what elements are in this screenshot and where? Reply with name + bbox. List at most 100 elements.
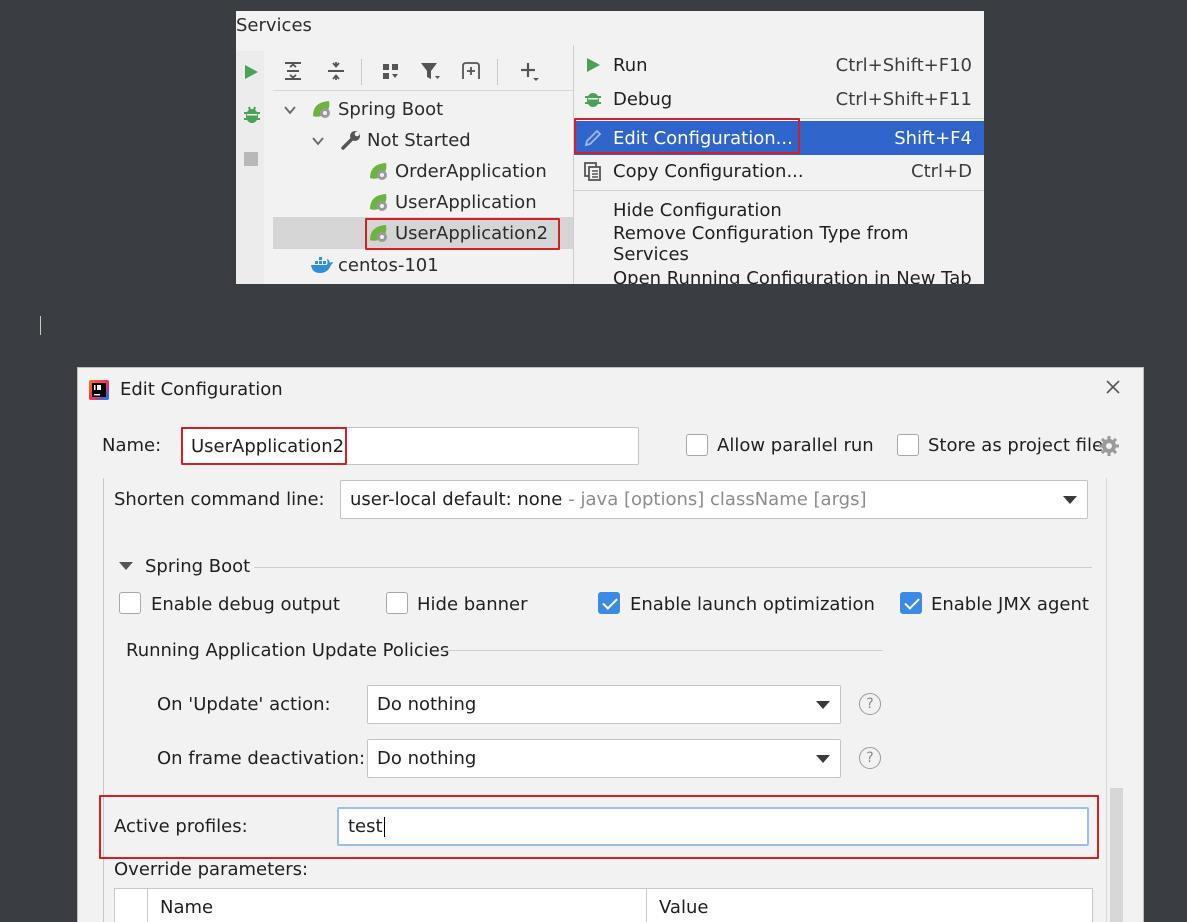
- expand-all-icon[interactable]: [279, 57, 307, 85]
- menu-item-hide-configuration[interactable]: Hide Configuration: [574, 193, 984, 227]
- menu-item-copy-configuration[interactable]: Copy Configuration... Ctrl+D: [574, 154, 984, 188]
- table-column-divider: [646, 889, 647, 922]
- help-icon[interactable]: ?: [859, 693, 881, 715]
- filter-icon[interactable]: [416, 57, 444, 85]
- tree-item-user-application[interactable]: UserApplication: [367, 186, 537, 218]
- menu-item-shortcut: Shift+F4: [894, 127, 972, 149]
- allow-parallel-run-checkbox[interactable]: [686, 434, 708, 456]
- on-update-action-label: On 'Update' action:: [157, 694, 331, 715]
- chevron-down-icon: [816, 700, 830, 709]
- services-toolbar: [273, 51, 573, 91]
- chevron-down-icon: [816, 754, 830, 763]
- menu-item-remove-configuration-type[interactable]: Remove Configuration Type from Services: [574, 223, 984, 265]
- tree-item-label: Not Started: [367, 129, 471, 151]
- override-parameters-label: Override parameters:: [114, 859, 309, 880]
- enable-jmx-agent-checkbox[interactable]: [900, 592, 922, 614]
- select-value: Do nothing: [377, 694, 477, 715]
- enable-debug-output-label: Enable debug output: [151, 594, 340, 615]
- toolbar-separator: [497, 59, 498, 85]
- name-input[interactable]: UserApplication2: [181, 427, 639, 465]
- menu-item-label: Copy Configuration...: [613, 160, 804, 182]
- override-parameters-table: Name Value: [114, 888, 1093, 922]
- active-profiles-input[interactable]: test: [337, 807, 1089, 846]
- table-header-value: Value: [659, 897, 709, 918]
- collapse-triangle-icon[interactable]: [119, 561, 133, 571]
- run-icon[interactable]: [242, 63, 260, 81]
- menu-item-label: Remove Configuration Type from Services: [613, 223, 909, 265]
- chevron-down-icon[interactable]: [283, 103, 297, 117]
- debug-icon[interactable]: [242, 105, 260, 123]
- on-frame-deactivation-select[interactable]: Do nothing: [367, 739, 841, 778]
- table-header-name: Name: [160, 897, 214, 918]
- chevron-down-icon: [1063, 495, 1077, 504]
- tree-item-spring-boot[interactable]: Spring Boot: [310, 93, 443, 125]
- enable-launch-optimization-checkbox[interactable]: [598, 592, 620, 614]
- tree-item-label: centos-101: [338, 254, 439, 276]
- chevron-down-icon[interactable]: [311, 134, 325, 148]
- input-value: test: [348, 816, 383, 837]
- enable-debug-output-checkbox[interactable]: [119, 592, 141, 614]
- docker-icon: [310, 253, 334, 277]
- menu-item-open-running-configuration[interactable]: Open Running Configuration in New Tab: [574, 261, 984, 285]
- tree-item-user-application2[interactable]: UserApplication2: [273, 217, 573, 249]
- add-icon[interactable]: [515, 57, 543, 85]
- menu-item-shortcut: Ctrl+D: [911, 160, 972, 182]
- context-menu: Run Ctrl+Shift+F10 Debug Ctrl+Shift+F11 …: [573, 45, 984, 284]
- dialog-title-bar: Edit Configuration: [78, 368, 1143, 412]
- section-divider: [254, 567, 1092, 568]
- menu-separator: [574, 190, 984, 191]
- shorten-command-line-select[interactable]: user-local default: none - java [options…: [340, 480, 1088, 519]
- tree-item-label: UserApplication: [395, 191, 537, 213]
- menu-item-label: Hide Configuration: [613, 199, 782, 221]
- tree-item-label: OrderApplication: [395, 160, 547, 182]
- stop-icon[interactable]: [242, 150, 260, 168]
- services-panel: Services Spring Boot Not Started OrderAp…: [236, 11, 984, 284]
- group-by-icon[interactable]: [377, 57, 405, 85]
- menu-item-edit-configuration[interactable]: Edit Configuration... Shift+F4: [574, 121, 984, 155]
- close-icon[interactable]: [1103, 377, 1123, 397]
- collapse-all-icon[interactable]: [322, 57, 350, 85]
- tree-item-order-application[interactable]: OrderApplication: [367, 155, 547, 187]
- dialog-title: Edit Configuration: [120, 379, 283, 400]
- tree-item-label: Spring Boot: [338, 98, 444, 120]
- select-value: user-local default: none: [350, 489, 563, 510]
- menu-separator: [574, 118, 984, 119]
- store-as-project-file-checkbox[interactable]: [897, 434, 919, 456]
- select-hint: - java [options] className [args]: [568, 489, 867, 510]
- services-title: Services: [236, 15, 312, 36]
- on-frame-deactivation-label: On frame deactivation:: [157, 748, 366, 769]
- text-caret: [383, 816, 385, 837]
- active-profiles-label: Active profiles:: [114, 816, 248, 837]
- spring-boot-icon: [367, 190, 391, 214]
- menu-item-shortcut: Ctrl+Shift+F10: [835, 54, 972, 76]
- toolbar-separator: [361, 59, 362, 85]
- scrollbar[interactable]: [1110, 788, 1123, 922]
- shorten-command-line-label: Shorten command line:: [114, 489, 325, 510]
- tree-item-centos[interactable]: centos-101: [310, 249, 439, 281]
- menu-item-label: Run: [613, 54, 648, 76]
- edit-configuration-dialog: Edit Configuration Name: UserApplication…: [77, 367, 1144, 922]
- new-tab-icon[interactable]: [457, 57, 485, 85]
- table-column-divider: [147, 889, 148, 922]
- on-update-action-select[interactable]: Do nothing: [367, 685, 841, 724]
- enable-launch-optimization-label: Enable launch optimization: [630, 594, 875, 615]
- allow-parallel-run-label: Allow parallel run: [717, 435, 874, 456]
- tree-item-not-started[interactable]: Not Started: [339, 124, 471, 156]
- gear-icon[interactable]: [1098, 435, 1120, 457]
- menu-item-label: Edit Configuration...: [613, 127, 793, 149]
- hide-banner-label: Hide banner: [417, 594, 528, 615]
- run-icon: [582, 54, 604, 76]
- spring-boot-icon: [367, 159, 391, 183]
- section-divider: [439, 650, 883, 651]
- spring-boot-section-title: Spring Boot: [145, 556, 251, 577]
- help-icon[interactable]: ?: [859, 747, 881, 769]
- tree-item-label: UserApplication2: [395, 222, 549, 244]
- menu-item-debug[interactable]: Debug Ctrl+Shift+F11: [574, 82, 984, 116]
- name-label: Name:: [102, 435, 162, 456]
- enable-jmx-agent-label: Enable JMX agent: [931, 594, 1089, 615]
- menu-item-run[interactable]: Run Ctrl+Shift+F10: [574, 48, 984, 82]
- pencil-icon: [582, 127, 604, 149]
- hide-banner-checkbox[interactable]: [386, 592, 408, 614]
- update-policies-title: Running Application Update Policies: [126, 640, 450, 661]
- spring-boot-icon: [367, 221, 391, 245]
